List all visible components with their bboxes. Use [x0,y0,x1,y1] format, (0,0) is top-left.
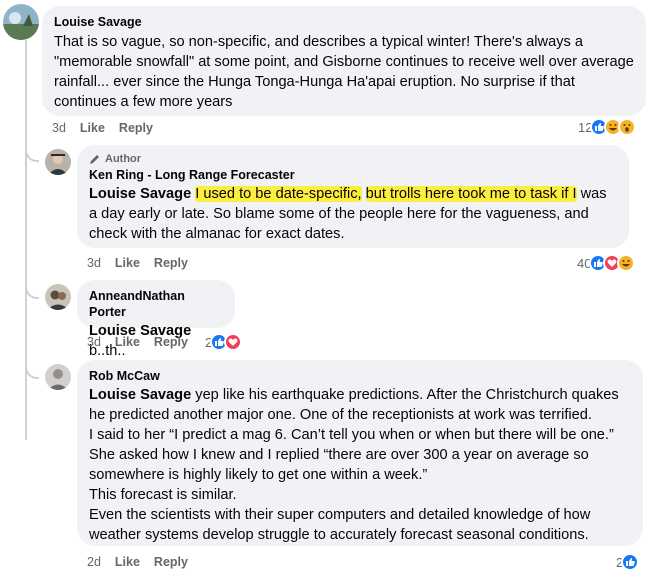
reply-button[interactable]: Reply [154,555,188,569]
comment-line: Even the scientists with their super com… [89,507,591,543]
highlighted-text: I used to be date-specific, [195,186,362,202]
avatar[interactable] [3,4,39,40]
comment-line: She asked how I knew and I replied “ther… [89,447,589,483]
reply-button[interactable]: Reply [154,335,188,349]
comment-author[interactable]: AnneandNathan Porter [89,288,223,320]
love-icon [224,333,243,351]
comment-actions: 3d Like Reply [52,121,167,135]
haha-icon [617,254,636,272]
like-button[interactable]: Like [80,121,105,135]
author-badge-label: Author [105,153,142,165]
mention-link[interactable]: Louise Savage [89,387,191,403]
avatar[interactable] [45,284,71,310]
comment-actions: 3d Like Reply [87,256,202,270]
avatar[interactable] [45,149,71,175]
reaction-summary[interactable]: 2 [205,333,243,351]
like-button[interactable]: Like [115,555,140,569]
thread-line [25,40,27,440]
like-icon [621,553,640,571]
author-badge: Author [89,153,617,165]
highlighted-text: but trolls here took me to task if I [365,186,577,202]
comment-bubble: Author Ken Ring - Long Range Forecaster … [77,145,629,248]
avatar[interactable] [45,364,71,390]
comment-actions: 3d Like Reply [87,335,202,349]
reply-button[interactable]: Reply [119,121,153,135]
wow-icon [618,118,637,136]
comment-line: Louise Savage yep like his earthquake pr… [89,385,631,425]
like-button[interactable]: Like [115,256,140,270]
comment-bubble: Louise Savage That is so vague, so non-s… [42,6,646,116]
comment-bubble: AnneandNathan Porter Louise Savage b..th… [77,280,235,359]
comment-line: This forecast is similar. [89,487,237,503]
thread-curve [25,148,39,162]
comment-author[interactable]: Rob McCaw [89,368,631,384]
reaction-summary[interactable]: 40 [577,254,636,272]
comment-time[interactable]: 2d [87,555,101,569]
reply-button[interactable]: Reply [154,256,188,270]
mention-link[interactable]: Louise Savage [89,186,191,202]
thread-curve [25,285,39,299]
comment-text: Louise Savage yep like his earthquake pr… [89,385,631,545]
like-button[interactable]: Like [115,335,140,349]
reaction-summary[interactable]: 12 [578,118,637,136]
pencil-icon [90,155,99,164]
comment-line: I said to her “I predict a mag 6. Can’t … [89,427,614,443]
comment-text: That is so vague, so non-specific, and d… [54,34,634,110]
thread-curve [25,365,39,379]
comment-author[interactable]: Ken Ring - Long Range Forecaster [89,167,617,183]
comment-time[interactable]: 3d [87,335,101,349]
comment-text: Louise Savage I used to be date-specific… [89,184,617,244]
comment-time[interactable]: 3d [52,121,66,135]
reaction-summary[interactable]: 2 [616,553,640,571]
comment-bubble: Rob McCaw Louise Savage yep like his ear… [77,360,643,546]
comment-actions: 2d Like Reply [87,555,202,569]
comment-author[interactable]: Louise Savage [54,14,634,30]
comment-time[interactable]: 3d [87,256,101,270]
